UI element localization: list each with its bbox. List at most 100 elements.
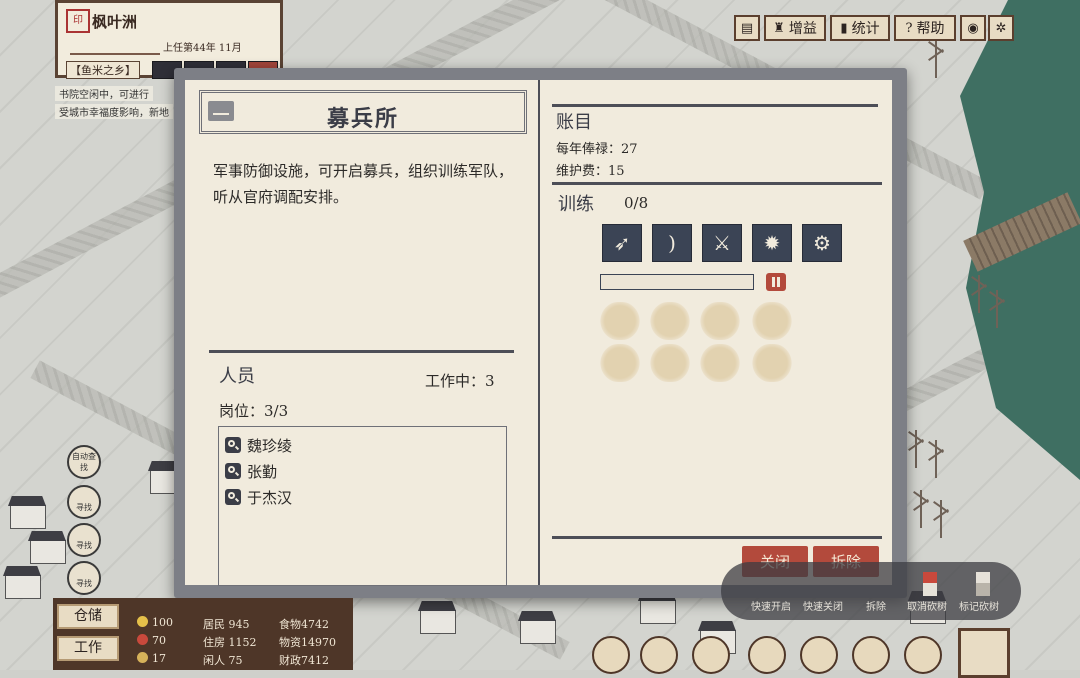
money-label: 财政 bbox=[279, 654, 301, 667]
title-box: 募兵所 bbox=[199, 90, 527, 134]
view-button[interactable]: ◉ bbox=[960, 15, 986, 41]
training-slot bbox=[650, 344, 690, 382]
storage-button[interactable]: 仓储 bbox=[57, 604, 119, 629]
scroll-icon[interactable] bbox=[800, 636, 838, 674]
posts-label: 岗位： bbox=[219, 402, 265, 420]
health-value: 70 bbox=[152, 634, 166, 647]
search-icon[interactable] bbox=[225, 437, 241, 453]
training-slot bbox=[650, 302, 690, 340]
find-people-label: 寻找 bbox=[76, 541, 92, 550]
posts-value: 3/3 bbox=[264, 402, 289, 420]
working-value: 3 bbox=[485, 372, 495, 390]
coin-icon bbox=[137, 652, 148, 663]
windmill-icon[interactable] bbox=[640, 636, 678, 674]
region-name: 枫叶洲 bbox=[92, 13, 138, 31]
axe-cancel-icon[interactable] bbox=[923, 572, 937, 596]
axe-mark-icon[interactable] bbox=[976, 572, 990, 596]
training-slot bbox=[752, 302, 792, 340]
plum-branch-decoration bbox=[70, 35, 160, 55]
region-card[interactable]: 印 枫叶洲 上任第44年 11月 【鱼米之乡】 bbox=[55, 0, 283, 79]
buff-icon: ♜ bbox=[773, 20, 785, 36]
tree bbox=[920, 490, 922, 528]
catapult-icon[interactable]: ⚙ bbox=[802, 224, 842, 262]
staff-heading: 人员 bbox=[219, 366, 255, 387]
housing-stat: 住房 1152 bbox=[203, 634, 257, 650]
chat-icon[interactable] bbox=[852, 636, 890, 674]
tree bbox=[935, 440, 937, 478]
food-stat: 食物4742 bbox=[279, 616, 329, 632]
shop-icon[interactable] bbox=[748, 636, 786, 674]
bow-icon[interactable]: ) bbox=[652, 224, 692, 262]
tent-icon[interactable] bbox=[904, 636, 942, 674]
tree bbox=[935, 40, 937, 78]
goods-stat: 物资14970 bbox=[279, 634, 336, 650]
health-stat: 70 bbox=[137, 634, 166, 647]
salary-label: 每年俸禄： bbox=[556, 142, 622, 157]
quick-open-button[interactable]: 快速开启 bbox=[751, 598, 791, 613]
search-icon[interactable] bbox=[225, 463, 241, 479]
buff-button[interactable]: ♜ 增益 bbox=[764, 15, 826, 41]
find-people-button[interactable]: 寻找 bbox=[67, 523, 101, 557]
staff-row[interactable]: 张勤 bbox=[225, 461, 277, 481]
buff-label: 增益 bbox=[788, 21, 817, 37]
dialog-title: 募兵所 bbox=[326, 106, 399, 132]
snowman-icon[interactable] bbox=[692, 636, 730, 674]
salary-row: 每年俸禄：27 bbox=[556, 138, 638, 157]
book-icon: ▤ bbox=[740, 20, 754, 36]
accounts-heading: 账目 bbox=[556, 112, 592, 133]
auto-find-button[interactable]: 自动查找 bbox=[67, 445, 101, 479]
mark-fell-button[interactable]: 标记砍树 bbox=[959, 598, 999, 613]
upkeep-label: 维护费： bbox=[556, 164, 609, 179]
divider-line bbox=[552, 536, 882, 539]
happiness-stat: 100 bbox=[137, 616, 173, 629]
training-progress-bar bbox=[600, 274, 754, 290]
staff-name: 魏珍绫 bbox=[247, 436, 293, 455]
staff-row[interactable]: 魏珍绫 bbox=[225, 435, 292, 455]
book-button[interactable]: ▤ bbox=[734, 15, 760, 41]
notice-academy[interactable]: 书院空闲中，可进行 bbox=[55, 86, 153, 101]
house[interactable] bbox=[10, 505, 46, 529]
quick-close-button[interactable]: 快速关闭 bbox=[803, 598, 843, 613]
pause-icon[interactable] bbox=[766, 273, 786, 291]
house[interactable] bbox=[520, 620, 556, 644]
spear-icon[interactable]: ➶ bbox=[602, 224, 642, 262]
question-icon: ? bbox=[905, 20, 913, 36]
staff-row[interactable]: 于杰汉 bbox=[225, 487, 292, 507]
food-value: 4742 bbox=[301, 618, 329, 631]
divider-line bbox=[209, 350, 514, 353]
residents-label: 居民 bbox=[203, 618, 225, 631]
build-menu-button[interactable] bbox=[958, 628, 1010, 678]
work-button[interactable]: 工作 bbox=[57, 636, 119, 661]
resource-panel: 仓储 工作 100 70 17 居民 945 住房 1152 闲人 75 食物4… bbox=[53, 598, 353, 670]
training-heading: 训练 bbox=[558, 194, 594, 215]
training-slot bbox=[752, 344, 792, 382]
notice-happiness[interactable]: 受城市幸福度影响，新地 bbox=[55, 104, 173, 119]
gear-icon: ✲ bbox=[995, 20, 1007, 36]
demolish-tool-button[interactable]: 拆除 bbox=[866, 598, 886, 613]
settings-button[interactable]: ✲ bbox=[988, 15, 1014, 41]
coins-value: 17 bbox=[152, 652, 166, 665]
happiness-value: 100 bbox=[152, 616, 173, 629]
boat-icon[interactable] bbox=[592, 636, 630, 674]
house[interactable] bbox=[640, 600, 676, 624]
stats-button[interactable]: ▮ 统计 bbox=[830, 15, 890, 41]
money-value: 7412 bbox=[301, 654, 329, 667]
housing-label: 住房 bbox=[203, 636, 225, 649]
house[interactable] bbox=[5, 575, 41, 599]
find-water-label: 寻找 bbox=[76, 579, 92, 588]
house[interactable] bbox=[30, 540, 66, 564]
help-button[interactable]: ? 帮助 bbox=[894, 15, 956, 41]
sword-icon[interactable]: ⚔ bbox=[702, 224, 742, 262]
cancel-fell-button[interactable]: 取消砍树 bbox=[907, 598, 947, 613]
staff-list[interactable]: 魏珍绫 张勤 于杰汉 bbox=[218, 426, 507, 586]
working-count: 工作中：3 bbox=[425, 370, 495, 391]
house[interactable] bbox=[420, 610, 456, 634]
find-shop-button[interactable]: 寻找 bbox=[67, 485, 101, 519]
find-water-button[interactable]: 寻找 bbox=[67, 561, 101, 595]
find-shop-label: 寻找 bbox=[76, 503, 92, 512]
staff-name: 于杰汉 bbox=[247, 488, 293, 507]
residents-value: 945 bbox=[228, 618, 250, 631]
search-icon[interactable] bbox=[225, 489, 241, 505]
firebomb-icon[interactable]: ✹ bbox=[752, 224, 792, 262]
eye-icon: ◉ bbox=[967, 20, 979, 36]
